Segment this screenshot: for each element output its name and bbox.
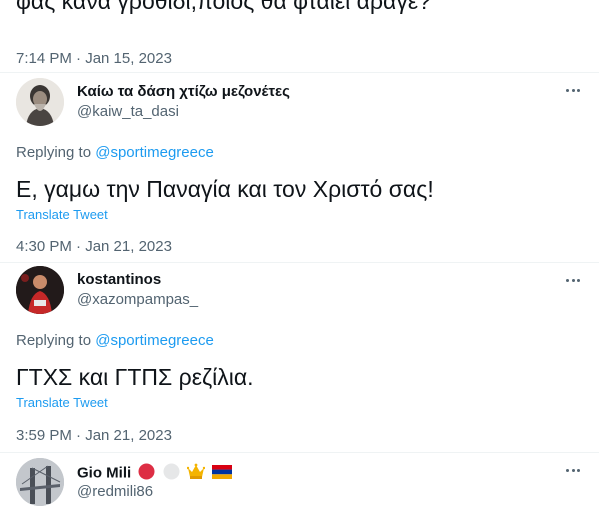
more-options-icon[interactable] <box>561 458 585 482</box>
tweet-text: Ε, γαμω την Παναγία και τον Χριστό σας! <box>16 176 434 202</box>
more-options-icon[interactable] <box>561 268 585 292</box>
display-name-text: Gio Mili <box>77 464 132 482</box>
display-name[interactable]: Καίω τα δάση χτίζω μεζονέτες <box>77 83 290 100</box>
top-tweet-text: φας κανα γροθιδι,ποιος θα φταιει αραγε? <box>16 0 431 14</box>
tweet-timestamp[interactable]: 3:59 PM · Jan 21, 2023 <box>16 427 172 444</box>
replying-to-label: Replying to <box>16 144 96 161</box>
display-name[interactable]: kostantinos <box>77 271 161 288</box>
translate-tweet-link[interactable]: Translate Tweet <box>16 395 108 410</box>
replying-to: Replying to @sportimegreece <box>16 144 214 161</box>
replying-to: Replying to @sportimegreece <box>16 332 214 349</box>
replying-to-link[interactable]: @sportimegreece <box>95 144 214 161</box>
user-handle[interactable]: @redmili86 <box>77 483 153 500</box>
top-tweet-timestamp[interactable]: 7:14 PM · Jan 15, 2023 <box>16 50 172 67</box>
user-handle[interactable]: @xazompampas_ <box>77 291 198 308</box>
white-circle-icon <box>163 463 180 484</box>
more-options-icon[interactable] <box>561 78 585 102</box>
translate-tweet-link[interactable]: Translate Tweet <box>16 207 108 222</box>
red-circle-icon <box>138 463 155 484</box>
divider <box>0 452 599 453</box>
avatar-image-icon <box>16 266 64 314</box>
replying-to-label: Replying to <box>16 332 96 349</box>
crown-icon <box>186 463 205 484</box>
display-name[interactable]: Gio Mili <box>77 463 232 484</box>
user-handle[interactable]: @kaiw_ta_dasi <box>77 103 179 120</box>
avatar[interactable] <box>16 78 64 126</box>
avatar-image-icon <box>16 458 64 506</box>
avatar-image-icon <box>16 78 64 126</box>
avatar[interactable] <box>16 458 64 506</box>
avatar[interactable] <box>16 266 64 314</box>
divider <box>0 72 599 73</box>
replying-to-link[interactable]: @sportimegreece <box>95 332 214 349</box>
divider <box>0 262 599 263</box>
tweet-timestamp[interactable]: 4:30 PM · Jan 21, 2023 <box>16 238 172 255</box>
tweet-text: ΓΤΧΣ και ΓΤΠΣ ρεζίλια. <box>16 364 254 390</box>
armenia-flag-icon <box>211 464 232 483</box>
